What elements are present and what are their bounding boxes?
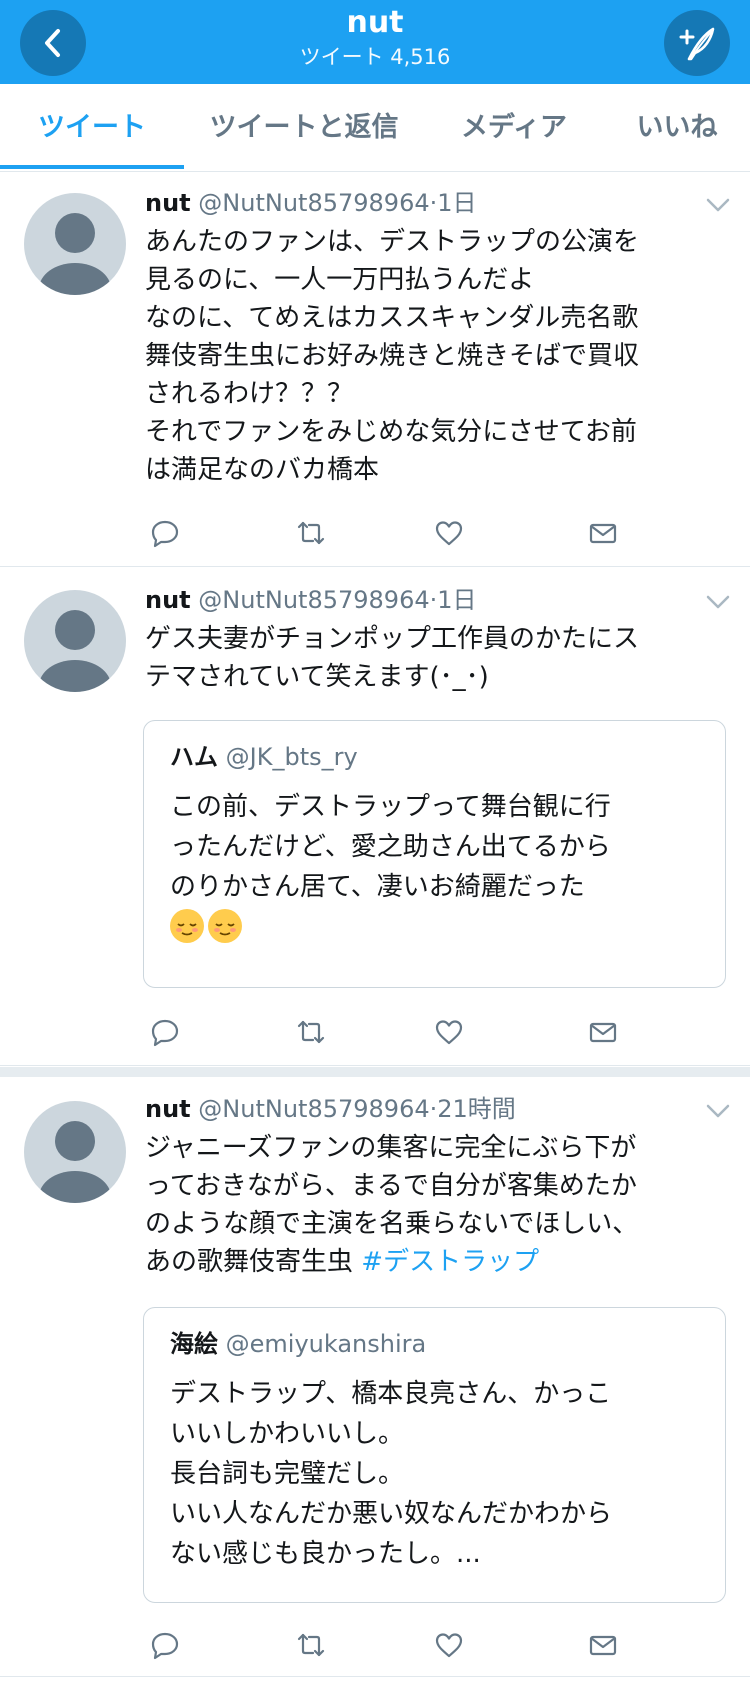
envelope-icon xyxy=(589,1022,617,1043)
heart-icon xyxy=(435,1020,463,1045)
direct-message-button[interactable] xyxy=(583,1012,623,1052)
avatar[interactable] xyxy=(24,1101,126,1203)
user-handle[interactable]: @NutNut85798964 xyxy=(198,586,429,614)
envelope-icon xyxy=(589,1635,617,1656)
compose-tweet-button[interactable] xyxy=(664,10,730,76)
tab-tweets-and-replies[interactable]: ツイートと返信 xyxy=(184,84,424,172)
tweet[interactable]: nut @NutNut85798964·1日 あんたのファンは、デストラップの公… xyxy=(0,173,750,567)
top-bar: nut ツイート 4,516 xyxy=(0,0,750,84)
default-avatar-icon xyxy=(39,1121,111,1203)
retweet-button[interactable] xyxy=(291,1012,331,1052)
retweet-icon xyxy=(297,1633,325,1657)
profile-header: nut ツイート 4,516 xyxy=(0,4,750,72)
tweet-text: ジャニーズファンの集客に完全にぶら下が っておきながら、まるで自分が客集めたか … xyxy=(145,1129,725,1281)
chevron-down-icon[interactable] xyxy=(704,592,732,612)
like-button[interactable] xyxy=(429,513,469,553)
quoted-user-name: ハム xyxy=(170,743,218,771)
user-name[interactable]: nut xyxy=(145,586,191,614)
compose-tweet-icon xyxy=(679,27,715,61)
user-name[interactable]: nut xyxy=(145,189,191,217)
retweet-icon xyxy=(297,521,325,545)
tweet[interactable]: nut @NutNut85798964·21時間 ジャニーズファンの集客に完全に… xyxy=(0,1077,750,1677)
reply-icon xyxy=(151,520,179,548)
emoji-row xyxy=(170,909,246,943)
tab-likes[interactable]: いいね xyxy=(604,84,750,172)
heart-icon xyxy=(435,521,463,546)
relieved-face-icon xyxy=(170,909,204,943)
retweet-button[interactable] xyxy=(291,1625,331,1665)
quoted-tweet-header: 海絵 @emiyukanshira xyxy=(170,1326,426,1362)
tweet-count: ツイート 4,516 xyxy=(299,45,451,69)
tweet-actions xyxy=(145,1625,645,1665)
quoted-user-handle: @emiyukanshira xyxy=(225,1330,427,1358)
reply-icon xyxy=(151,1632,179,1660)
chevron-down-icon[interactable] xyxy=(704,195,732,215)
quoted-tweet-text: デストラップ、橋本良亮さん、かっこ いいしかわいいし。 長台詞も完璧だし。 いい… xyxy=(170,1379,613,1569)
active-tab-indicator xyxy=(0,165,184,169)
quoted-tweet-header: ハム @JK_bts_ry xyxy=(170,739,358,775)
reply-button[interactable] xyxy=(145,1012,185,1052)
quoted-tweet[interactable]: ハム @JK_bts_ry この前、デストラップって舞台観に行 ったんだけど、愛… xyxy=(143,720,726,988)
reply-icon xyxy=(151,1019,179,1047)
tweet-time[interactable]: 1日 xyxy=(437,586,476,614)
direct-message-button[interactable] xyxy=(583,513,623,553)
tweet-actions xyxy=(145,1012,645,1052)
tweet-separator xyxy=(0,1067,750,1077)
tweet-time[interactable]: 1日 xyxy=(437,189,476,217)
reply-button[interactable] xyxy=(145,1625,185,1665)
user-handle[interactable]: @NutNut85798964 xyxy=(198,1095,429,1123)
retweet-icon xyxy=(297,1020,325,1044)
hashtag-link[interactable]: #デストラップ xyxy=(361,1247,539,1277)
tweet[interactable]: nut @NutNut85798964·1日 ゲス夫妻がチョンポップ工作員のかた… xyxy=(0,568,750,1066)
tweet-header: nut @NutNut85798964·21時間 xyxy=(145,1091,516,1127)
tweet-text: あんたのファンは、デストラップの公演を 見るのに、一人一万円払うんだよ なのに、… xyxy=(145,227,640,485)
quoted-tweet-text: この前、デストラップって舞台観に行 ったんだけど、愛之助さん出てるから のりかさ… xyxy=(170,792,611,902)
like-button[interactable] xyxy=(429,1625,469,1665)
profile-tabs: ツイート ツイートと返信 メディア いいね xyxy=(0,84,750,172)
relieved-face-icon xyxy=(208,909,242,943)
heart-icon xyxy=(435,1633,463,1658)
tweet-header: nut @NutNut85798964·1日 xyxy=(145,185,477,221)
user-name[interactable]: nut xyxy=(145,1095,191,1123)
tweet-actions xyxy=(145,513,645,553)
direct-message-button[interactable] xyxy=(583,1625,623,1665)
tab-tweets[interactable]: ツイート xyxy=(0,84,184,172)
default-avatar-icon xyxy=(39,213,111,295)
tweet-text: ゲス夫妻がチョンポップ工作員のかたにス テマされていて笑えます(･_･) xyxy=(145,624,640,692)
reply-button[interactable] xyxy=(145,513,185,553)
quoted-user-name: 海絵 xyxy=(170,1330,218,1358)
retweet-button[interactable] xyxy=(291,513,331,553)
like-button[interactable] xyxy=(429,1012,469,1052)
quoted-user-handle: @JK_bts_ry xyxy=(225,743,358,771)
user-handle[interactable]: @NutNut85798964 xyxy=(198,189,429,217)
quoted-tweet[interactable]: 海絵 @emiyukanshira デストラップ、橋本良亮さん、かっこ いいしか… xyxy=(143,1307,726,1603)
profile-title: nut xyxy=(346,5,404,40)
tweet-time[interactable]: 21時間 xyxy=(437,1095,516,1123)
tweet-header: nut @NutNut85798964·1日 xyxy=(145,582,477,618)
tab-media[interactable]: メディア xyxy=(424,84,604,172)
default-avatar-icon xyxy=(39,610,111,692)
avatar[interactable] xyxy=(24,590,126,692)
avatar[interactable] xyxy=(24,193,126,295)
chevron-down-icon[interactable] xyxy=(704,1101,732,1121)
envelope-icon xyxy=(589,523,617,544)
